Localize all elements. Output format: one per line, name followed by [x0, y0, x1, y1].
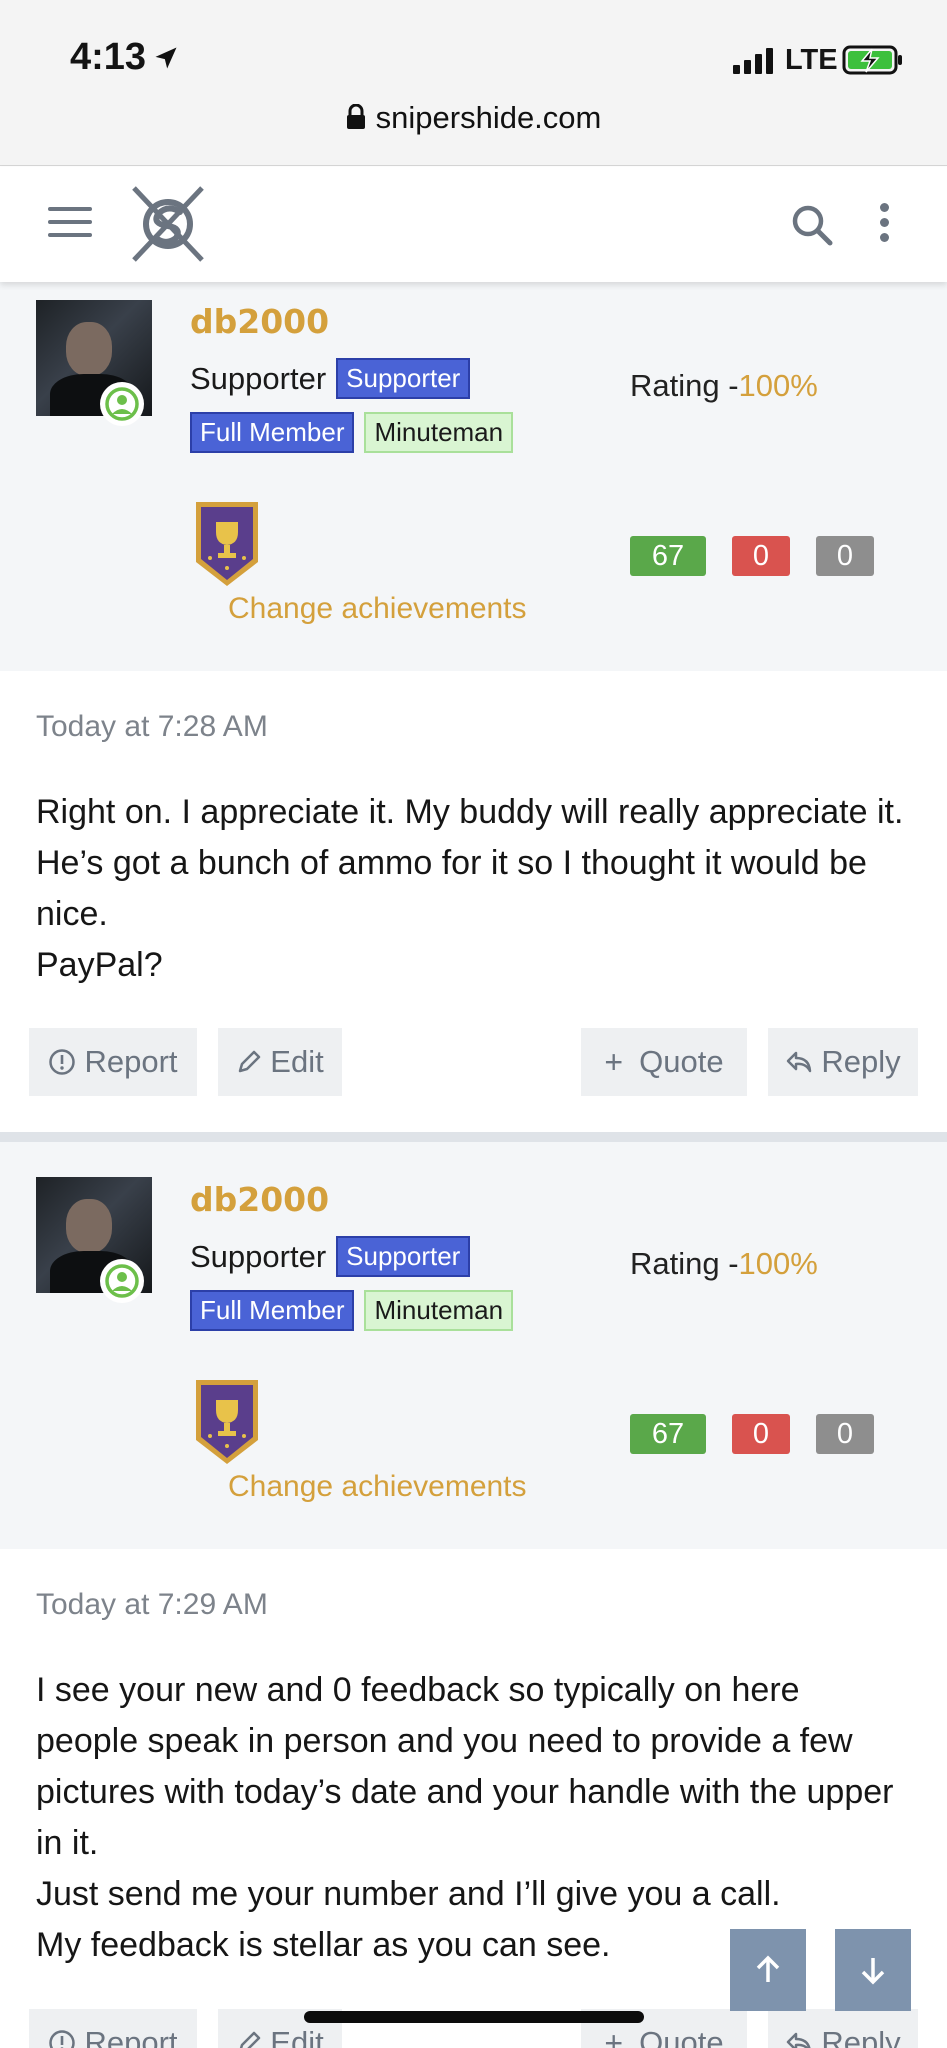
post-message: I see your new and 0 feedback so typical…: [36, 1665, 906, 1971]
post-actions: Report Edit + Quote Reply: [0, 1028, 947, 1096]
signal-icon: [733, 46, 773, 74]
post-user-info: db2000 Supporter Supporter Full Member M…: [0, 1142, 947, 1549]
scroll-down-button[interactable]: [835, 1929, 911, 2011]
post-user-info: db2000 Supporter Supporter Full Member M…: [0, 282, 947, 671]
user-roles-2: Full Member Minuteman: [190, 1290, 514, 1331]
message-line: I see your new and 0 feedback so typical…: [36, 1671, 894, 1862]
username[interactable]: db2000: [190, 302, 329, 341]
quote-button[interactable]: + Quote: [581, 1028, 747, 1096]
badge-minuteman: Minuteman: [364, 1290, 514, 1331]
rating-value: 100%: [738, 368, 818, 403]
post-timestamp[interactable]: Today at 7:29 AM: [36, 1588, 268, 1622]
change-achievements-link[interactable]: Change achievements: [228, 592, 527, 626]
online-status-icon: [100, 382, 144, 426]
rating-label: Rating -: [630, 1246, 739, 1281]
user-rating: Rating -100%: [630, 368, 818, 404]
feedback-neutral[interactable]: 0: [816, 1414, 874, 1454]
post-divider: [0, 1132, 947, 1142]
edit-icon: [240, 2031, 261, 2048]
trophy-icon[interactable]: [192, 498, 262, 590]
quote-plus-icon: +: [604, 1043, 624, 1080]
username[interactable]: db2000: [190, 1180, 329, 1219]
message-line: Right on. I appreciate it. My buddy will…: [36, 793, 904, 933]
quote-plus-icon: +: [604, 2024, 624, 2048]
user-title: Supporter: [190, 1238, 327, 1274]
feedback-negative[interactable]: 0: [732, 1414, 790, 1454]
user-roles-2: Full Member Minuteman: [190, 412, 514, 453]
lock-icon: [346, 104, 365, 129]
post-timestamp[interactable]: Today at 7:28 AM: [36, 710, 268, 744]
feedback-negative[interactable]: 0: [732, 536, 790, 576]
user-roles: Supporter Supporter: [190, 358, 471, 399]
url-text: snipershide.com: [375, 100, 602, 135]
status-time: 4:13: [70, 36, 147, 78]
change-achievements-link[interactable]: Change achievements: [228, 1470, 527, 1504]
edit-icon: [239, 1050, 261, 1073]
arrow-up-icon: [756, 1955, 780, 1982]
feedback-neutral[interactable]: 0: [816, 536, 874, 576]
search-icon[interactable]: [790, 203, 834, 247]
hamburger-menu-icon[interactable]: [48, 207, 92, 241]
home-indicator[interactable]: [304, 2011, 644, 2023]
reply-icon: [787, 1051, 812, 1073]
rating-label: Rating -: [630, 368, 739, 403]
network-type: LTE: [785, 44, 838, 76]
badge-supporter: Supporter: [336, 1236, 471, 1277]
post-message: Right on. I appreciate it. My buddy will…: [36, 787, 916, 991]
report-button[interactable]: Report: [29, 1028, 197, 1096]
reply-icon: [787, 2032, 811, 2048]
reply-button[interactable]: Reply: [768, 1028, 918, 1096]
user-roles: Supporter Supporter: [190, 1236, 471, 1277]
rating-value: 100%: [738, 1246, 818, 1281]
trophy-icon[interactable]: [192, 1376, 262, 1468]
badge-full-member: Full Member: [190, 1290, 355, 1331]
report-icon: [49, 1049, 76, 1075]
scroll-up-button[interactable]: [730, 1929, 806, 2011]
badge-supporter: Supporter: [336, 358, 471, 399]
badge-full-member: Full Member: [190, 412, 355, 453]
edit-button[interactable]: Edit: [218, 1028, 342, 1096]
reply-label: Reply: [821, 1044, 901, 1079]
feedback-positive[interactable]: 67: [630, 1414, 706, 1454]
reply-button[interactable]: Reply: [768, 2009, 918, 2048]
quote-label: Quote: [639, 2025, 724, 2048]
battery-charging-icon: [842, 45, 902, 75]
edit-label: Edit: [270, 1044, 324, 1079]
feedback-positive[interactable]: 67: [630, 536, 706, 576]
report-label: Report: [84, 1044, 178, 1079]
more-vertical-icon[interactable]: [880, 203, 892, 248]
url-bar[interactable]: snipershide.com: [0, 100, 947, 136]
site-logo[interactable]: [128, 182, 208, 266]
location-arrow-icon: [155, 47, 177, 69]
arrow-down-icon: [861, 1958, 885, 1985]
message-line: Just send me your number and I’ll give y…: [36, 1875, 781, 1913]
report-button[interactable]: Report: [29, 2009, 197, 2048]
site-header: [0, 167, 947, 282]
user-title: Supporter: [190, 360, 327, 396]
user-rating: Rating -100%: [630, 1246, 818, 1282]
post-body: Today at 7:28 AM Right on. I appreciate …: [0, 671, 947, 1132]
online-status-icon: [100, 1259, 144, 1303]
report-label: Report: [84, 2025, 178, 2048]
quote-label: Quote: [639, 1044, 724, 1079]
message-line: PayPal?: [36, 946, 163, 984]
reply-label: Reply: [821, 2025, 901, 2048]
report-icon: [49, 2030, 76, 2048]
edit-label: Edit: [270, 2025, 324, 2048]
browser-chrome: 4:13 LTE snipershide.com: [0, 0, 947, 166]
badge-minuteman: Minuteman: [364, 412, 514, 453]
